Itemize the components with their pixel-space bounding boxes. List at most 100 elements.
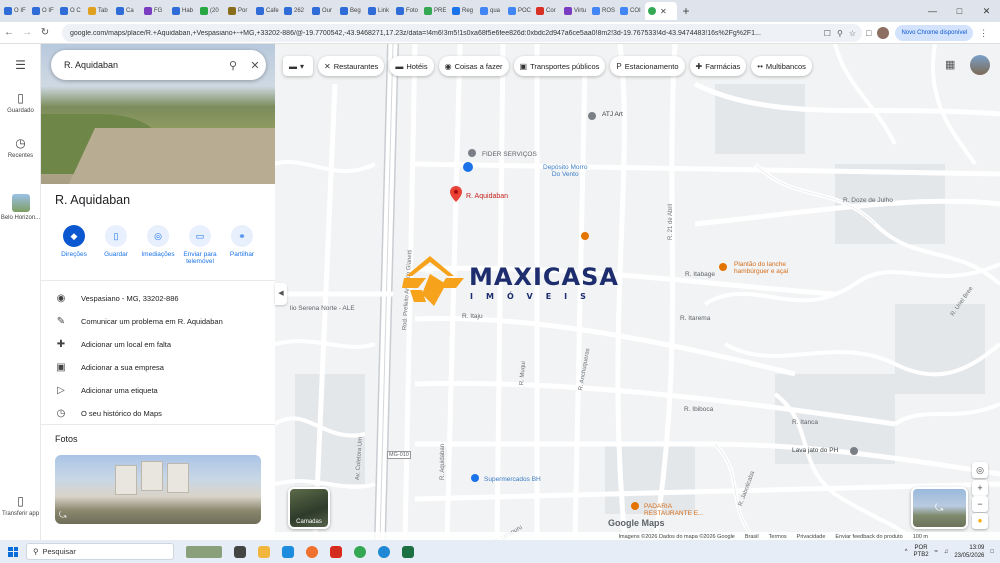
browser-tab[interactable]: Foto xyxy=(393,2,420,20)
notification-icon[interactable]: □ xyxy=(990,549,994,555)
restaurant-label[interactable]: PADARIA RESTAURANTE E... xyxy=(644,503,703,517)
zoom-in-button[interactable]: + xyxy=(972,480,988,496)
profile-avatar[interactable] xyxy=(877,27,890,39)
search-box[interactable]: R. Aquidaban ⚲ ✕ xyxy=(51,50,266,80)
browser-tab[interactable]: PRE xyxy=(421,2,448,20)
back-icon[interactable]: ← xyxy=(0,27,18,38)
language-indicator[interactable]: POR PTB2 xyxy=(914,545,929,559)
store-marker[interactable] xyxy=(471,474,479,482)
start-button[interactable] xyxy=(0,546,26,557)
poi-marker[interactable] xyxy=(850,447,858,455)
new-tab-button[interactable]: + xyxy=(677,4,695,18)
forward-icon[interactable]: → xyxy=(18,27,36,38)
browser-tab[interactable]: POC xyxy=(505,2,532,20)
widget-icon[interactable] xyxy=(186,545,222,558)
browser-tab[interactable]: Virtu xyxy=(561,2,588,20)
store-icon[interactable] xyxy=(282,545,294,558)
chip-bus[interactable]: ▣ Transportes públicos xyxy=(513,56,606,76)
saved-button[interactable]: ▯ Guardado xyxy=(0,91,41,114)
restaurant-label[interactable]: Plantão do lanche hambúrguer e açaí xyxy=(734,261,789,275)
browser-tab[interactable]: O C xyxy=(57,2,84,20)
acrobat-icon[interactable] xyxy=(330,545,342,558)
chip-restaurant[interactable]: ✕ Restaurantes xyxy=(318,56,385,76)
recent-place-button[interactable]: Belo Horizon... xyxy=(0,194,41,221)
file-explorer-icon[interactable] xyxy=(258,545,270,558)
maximize-icon[interactable]: □ xyxy=(946,0,973,22)
browser-tab[interactable]: O IF xyxy=(1,2,28,20)
browser-tab[interactable]: (20 xyxy=(197,2,224,20)
search-input[interactable]: R. Aquidaban xyxy=(64,60,222,70)
chip-pharmacy[interactable]: ✚ Farmácias xyxy=(689,56,747,76)
browser-tab[interactable]: Beg xyxy=(337,2,364,20)
clock[interactable]: 13:09 23/05/2026 xyxy=(954,544,984,560)
browser-tab[interactable]: O IF xyxy=(29,2,56,20)
browser-tab[interactable]: Reg xyxy=(449,2,476,20)
recents-button[interactable]: ◷ Recentes xyxy=(0,136,41,159)
firefox-icon[interactable] xyxy=(306,545,318,558)
browser-tab[interactable]: 262 xyxy=(281,2,308,20)
browser-tab[interactable]: qua xyxy=(477,2,504,20)
restaurant-marker[interactable] xyxy=(719,263,727,271)
action-nearby[interactable]: ◎ Imediações xyxy=(137,225,179,265)
info-row[interactable]: ◷ O seu histórico do Maps xyxy=(41,403,275,423)
poi-label[interactable]: FIDER SERVIÇOS xyxy=(482,151,537,158)
zoom-out-button[interactable]: − xyxy=(972,496,988,512)
chrome-update-button[interactable]: Novo Chrome disponível xyxy=(895,25,974,41)
star-icon[interactable]: ☆ xyxy=(849,29,856,38)
map-type-button[interactable]: ▬ ▾ xyxy=(283,56,313,76)
menu-button[interactable]: ☰ xyxy=(0,58,41,75)
browser-tab[interactable]: Hab xyxy=(169,2,196,20)
install-icon[interactable]: ☐ xyxy=(824,29,831,38)
excel-icon[interactable] xyxy=(402,545,414,558)
poi-label[interactable]: ATJ Art xyxy=(602,111,623,118)
info-row[interactable]: ✎ Comunicar um problema em R. Aquidaban xyxy=(41,311,275,331)
volume-icon[interactable]: ♫ xyxy=(944,549,949,555)
browser-tab[interactable]: FG xyxy=(141,2,168,20)
map-canvas[interactable] xyxy=(275,44,1000,540)
browser-tab[interactable]: Cor xyxy=(533,2,560,20)
close-icon[interactable]: ✕ xyxy=(244,59,266,72)
location-pin-icon[interactable] xyxy=(450,186,462,202)
restaurant-marker[interactable] xyxy=(631,502,639,510)
reload-icon[interactable]: ↻ xyxy=(36,27,54,38)
browser-tab-active[interactable]: ✕ xyxy=(645,2,677,20)
my-location-icon[interactable]: ◎ xyxy=(972,462,988,478)
pin-label[interactable]: R. Aquidaban xyxy=(466,193,508,200)
taskbar-search[interactable]: ⚲ Pesquisar xyxy=(26,543,174,560)
shop-marker[interactable] xyxy=(463,162,473,172)
chrome-icon[interactable] xyxy=(354,545,366,558)
pegman-icon[interactable]: ● xyxy=(972,513,988,529)
browser-tab[interactable]: Ca xyxy=(113,2,140,20)
chip-parking[interactable]: P Estacionamento xyxy=(610,56,685,76)
edge-icon[interactable] xyxy=(378,545,390,558)
transfer-app-button[interactable]: ▯ Transferir app xyxy=(0,494,41,517)
poi-marker[interactable] xyxy=(588,112,596,120)
close-window-icon[interactable]: ✕ xyxy=(973,0,1000,22)
chip-camera[interactable]: ◉ Coisas a fazer xyxy=(438,56,509,76)
info-row[interactable]: ◉ Vespasiano - MG, 33202-886 xyxy=(41,288,275,308)
street-view-preview[interactable]: ⤿ xyxy=(911,487,968,529)
action-share[interactable]: ⚭ Partilhar xyxy=(221,225,263,265)
info-row[interactable]: ▣ Adicionar a sua empresa xyxy=(41,357,275,377)
browser-tab[interactable]: COI xyxy=(617,2,644,20)
browser-tab[interactable]: Por xyxy=(225,2,252,20)
account-avatar[interactable] xyxy=(970,55,990,75)
store-label[interactable]: Supermercados BH xyxy=(484,476,541,483)
action-directions[interactable]: ◆ Direções xyxy=(53,225,95,265)
restaurant-marker[interactable] xyxy=(581,232,589,240)
wifi-icon[interactable]: ≈ xyxy=(935,549,938,555)
poi-label[interactable]: Depósito Morro Do Vento xyxy=(543,164,587,178)
poi-marker[interactable] xyxy=(468,149,476,157)
zoom-icon[interactable]: ⚲ xyxy=(837,29,843,38)
collapse-panel-button[interactable]: ◀ xyxy=(275,283,287,305)
action-send-to-phone[interactable]: ▭ Enviar para telemóvel xyxy=(179,225,221,265)
task-view-icon[interactable] xyxy=(234,545,246,558)
browser-tab[interactable]: Cafe xyxy=(253,2,280,20)
chip-atm[interactable]: •• Multibancos xyxy=(751,56,812,76)
search-icon[interactable]: ⚲ xyxy=(222,59,244,72)
minimize-icon[interactable]: — xyxy=(919,0,946,22)
browser-menu-icon[interactable]: ⋮ xyxy=(979,28,988,39)
browser-tab[interactable]: ROS xyxy=(589,2,616,20)
extensions-icon[interactable]: □ xyxy=(866,28,871,38)
info-row[interactable]: ▷ Adicionar uma etiqueta xyxy=(41,380,275,400)
